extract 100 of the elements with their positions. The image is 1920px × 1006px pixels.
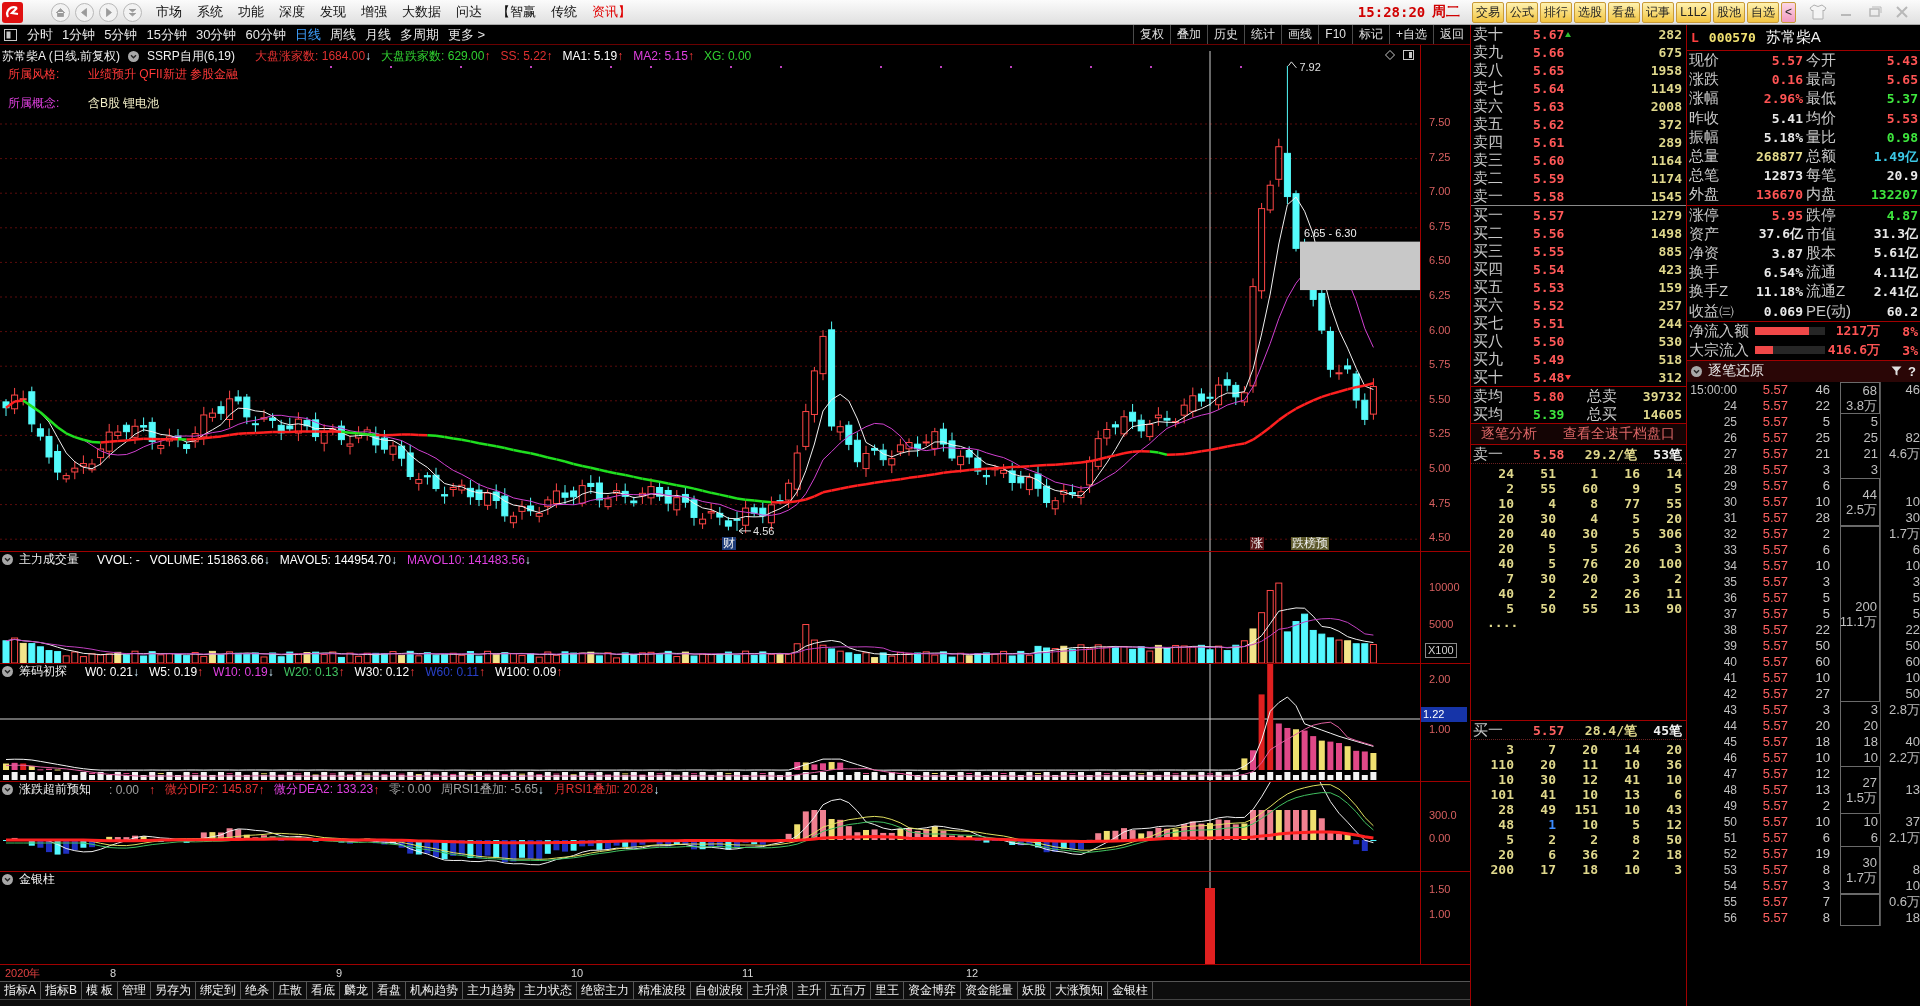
total-volume: 14605 [1641,407,1682,422]
tick-column-5: 1.7万 [1880,525,1920,542]
diamond-icon[interactable] [1385,50,1395,60]
back-icon[interactable] [75,2,94,22]
chart-tool-button[interactable]: 返回 [1433,25,1470,44]
batch-volume: 27 [1862,774,1877,790]
period-tab[interactable]: 日线 [294,25,321,44]
queue-order-volume: 110 [1489,757,1514,772]
period-tab[interactable]: 月线 [364,25,391,44]
quote-label: 涨停 [1688,205,1720,225]
menu-item[interactable]: 市场 [156,1,182,23]
quote-label: 净资 [1688,243,1720,263]
app-logo-icon[interactable] [2,1,23,23]
menu-item[interactable]: 深度 [279,1,305,23]
toolbar-button[interactable]: 看盘 [1608,1,1641,23]
period-tab[interactable]: 5分钟 [104,25,138,44]
chart-tool-button[interactable]: F10 [1318,25,1352,44]
period-tab[interactable]: 更多 > [447,25,486,44]
queue-order-volume: 2 [1589,586,1598,601]
menu-item[interactable]: 增强 [361,1,387,23]
price-axis-label: 7.25 [1429,150,1451,165]
tick-time: 31 [1722,509,1737,526]
queue-order-volume: 20 [1665,742,1682,757]
bid-level-label: 买一 [1472,206,1504,225]
toolbar-button[interactable]: < [1781,1,1796,23]
tick-price: 5.57 [1761,877,1789,894]
tick-time: 25 [1722,413,1737,430]
ask-level-label: 卖一 [1472,187,1504,206]
ask-volume: 1174 [1649,171,1682,186]
bid-level-label: 买五 [1472,278,1504,297]
event-marker: 涨 [1250,537,1264,550]
menu-item[interactable]: 问达 [456,1,482,23]
collapse-icon[interactable] [1691,365,1702,377]
toolbar-button[interactable]: 排行 [1540,1,1573,23]
chart-tool-button[interactable]: 叠加 [1170,25,1208,44]
menu-item[interactable]: 系统 [197,1,223,23]
quote-value: 1.49亿 [1872,147,1918,166]
menu-item[interactable]: 功能 [238,1,264,23]
period-tab[interactable]: 周线 [329,25,356,44]
toolbar-button[interactable]: 记事 [1642,1,1675,23]
tick-price: 5.57 [1761,525,1789,542]
price-axis-label: 7.00 [1429,185,1451,200]
indicator-readout: VVOL: - [97,552,140,567]
ask-volume: 1545 [1649,189,1682,204]
menu-item[interactable]: 【智赢 [497,1,536,23]
chart-tool-button[interactable]: 画线 [1281,25,1319,44]
queue-order-volume: 306 [1657,526,1682,541]
average-label: 卖均 [1472,387,1504,406]
chart-tool-button[interactable]: +自选 [1389,25,1433,44]
menu-item[interactable]: 发现 [320,1,346,23]
menu-item[interactable]: 传统 [551,1,577,23]
tick-price: 5.57 [1761,669,1789,686]
bid-volume: 1498 [1649,226,1682,241]
chevron-down-icon[interactable] [123,2,142,22]
period-tab[interactable]: 多周期 [399,25,439,44]
toolbar-button[interactable]: 自选 [1747,1,1779,23]
quote-label: 流通Z [1805,282,1847,302]
toolbar-button[interactable]: 股池 [1713,1,1745,23]
collapse-icon[interactable] [2,554,13,565]
tick-price: 5.57 [1761,477,1789,494]
panel-link[interactable]: 逐笔分析 [1481,425,1537,443]
menu-item[interactable]: 资讯】 [592,1,631,23]
period-tab[interactable]: 60分钟 [245,25,286,44]
period-tab[interactable]: 分时 [27,25,53,44]
panel-link[interactable]: 查看全速千档盘口 [1563,425,1675,443]
forward-icon[interactable] [99,2,118,22]
bid-price: 5.53 [1533,280,1566,295]
queue-order-volume: 41 [1623,772,1640,787]
queue-order-volume: 48 [1497,817,1514,832]
chart-tool-button[interactable]: 历史 [1207,25,1245,44]
toolbar-button[interactable]: 选股 [1574,1,1607,23]
period-tab[interactable]: 1分钟 [62,25,96,44]
period-tab[interactable]: 15分钟 [146,25,187,44]
menu-item[interactable]: 大数据 [402,1,441,23]
home-icon[interactable] [51,2,70,22]
tick-volume: 10 [1814,669,1831,686]
chart-tool-button[interactable]: 统计 [1244,25,1282,44]
indicator-readout: MA1: 5.19 [562,49,618,63]
tick-volume: 5 [1821,605,1831,622]
queue-order-volume: 77 [1623,496,1640,511]
filter-icon[interactable] [1891,366,1903,377]
ask-price: 5.60 [1533,153,1566,168]
axis-label: 1.50 [1429,883,1451,897]
tick-volume: 60 [1814,653,1831,670]
chart-tool-button[interactable]: 复权 [1133,25,1171,44]
bid-price: 5.52 [1533,298,1566,313]
period-tab[interactable]: 30分钟 [195,25,237,44]
toolbar-button[interactable]: L1L2 [1676,1,1711,23]
toolbar-button[interactable]: 交易 [1472,1,1505,23]
help-button[interactable]: ? [1908,363,1916,379]
formula-menu-icon[interactable] [128,50,139,62]
chart-tool-button[interactable]: 标记 [1352,25,1389,44]
tick-column-5: 10 [1880,493,1920,510]
queue-order-volume: 76 [1581,556,1598,571]
panel-toggle-icon[interactable] [1403,50,1414,60]
toolbar-button[interactable]: 公式 [1506,1,1539,23]
collapse-icon[interactable] [2,874,13,885]
price-axis-label: 5.50 [1429,392,1451,407]
sidebar-toggle-icon[interactable] [4,28,17,41]
ask-volume: 2008 [1649,99,1682,114]
